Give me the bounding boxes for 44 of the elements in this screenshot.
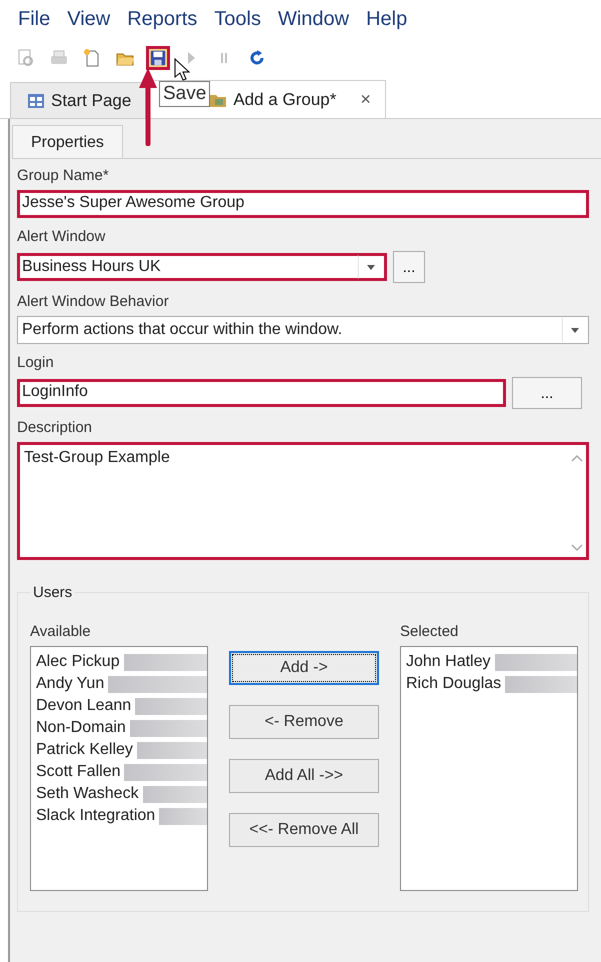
transfer-button[interactable]: Add -> [229, 651, 379, 685]
menu-item[interactable]: Reports [127, 8, 198, 40]
list-item[interactable]: Alec Pickup [36, 653, 120, 671]
text-area-value: Test-Group Example [24, 449, 170, 467]
tooltip: Save [159, 81, 210, 107]
document-tab[interactable]: Start Page [10, 82, 146, 118]
transfer-button[interactable]: <<- Remove All [229, 813, 379, 847]
menu-item[interactable]: File [18, 8, 50, 40]
field-label: Description [17, 419, 94, 436]
text-area[interactable]: Test-Group Example [17, 442, 589, 560]
close-button[interactable]: × [360, 89, 371, 110]
list-item[interactable]: Slack Integration [36, 807, 156, 825]
list-item[interactable]: Non-Domain [36, 719, 126, 737]
dropdown-value: Perform actions that occur within the window. [22, 321, 342, 339]
list-item[interactable]: Devon Leann [36, 697, 132, 715]
group-legend: Users [30, 584, 76, 601]
browse-button[interactable]: ... [393, 251, 425, 283]
text-field[interactable]: Jesse's Super Awesome Group [17, 190, 589, 218]
dropdown-value: Business Hours UK [22, 258, 161, 276]
field-label: Alert Window [17, 228, 106, 245]
menu-item[interactable]: Help [366, 8, 408, 40]
transfer-button[interactable]: Add All ->> [229, 759, 379, 793]
browse-button[interactable]: ... [512, 377, 582, 409]
list-item[interactable]: Andy Yun [36, 675, 104, 693]
list-item[interactable]: Scott Fallen [36, 763, 120, 781]
list-item[interactable]: Rich Douglas [406, 675, 502, 693]
list-label: Selected [400, 623, 460, 640]
list-item[interactable]: Seth Washeck [36, 785, 139, 803]
available-list[interactable]: Alec Pickup Andy Yun Devon Leann Non-Domain Patrick Kelley Scott Fallen Seth Washeck Slack Integration [30, 646, 208, 891]
dropdown[interactable]: Business Hours UK [17, 253, 387, 281]
list-label: Available [30, 623, 92, 640]
field-label: Login [17, 354, 55, 371]
field-label: Group Name* [17, 167, 110, 184]
properties-tab[interactable]: Properties [12, 125, 123, 158]
transfer-button[interactable]: <- Remove [229, 705, 379, 739]
selected-list[interactable]: John Hatley Rich Douglas [400, 646, 578, 891]
list-item[interactable]: John Hatley [406, 653, 490, 671]
field-label: Alert Window Behavior [17, 293, 170, 310]
menu-item[interactable]: Tools [214, 8, 261, 40]
text-field[interactable]: LoginInfo [17, 379, 506, 407]
list-item[interactable]: Patrick Kelley [36, 741, 133, 759]
menu-item[interactable]: View [67, 8, 110, 40]
dropdown[interactable]: Perform actions that occur within the window. [17, 316, 589, 344]
menu-item[interactable]: Window [278, 8, 350, 40]
